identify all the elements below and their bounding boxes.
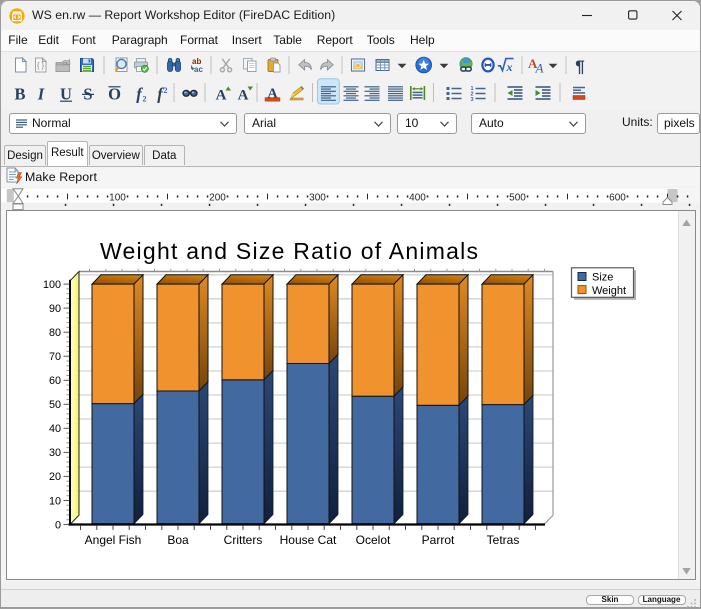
svg-text:}: } <box>41 61 44 70</box>
svg-text:¶: ¶ <box>575 57 584 76</box>
svg-text:B: B <box>14 85 25 104</box>
svg-text:2: 2 <box>143 95 147 104</box>
svg-text:Parrot: Parrot <box>422 533 455 547</box>
svg-text:I: I <box>37 85 45 104</box>
svg-text:House Cat: House Cat <box>280 533 337 547</box>
svg-text:600: 600 <box>609 193 626 204</box>
svg-text:Tetras: Tetras <box>487 533 520 547</box>
svg-text:Weight and Size Ratio of Anima: Weight and Size Ratio of Animals <box>100 238 478 264</box>
svg-text:Weight: Weight <box>592 285 626 297</box>
svg-text:2: 2 <box>164 86 168 95</box>
svg-text:10: 10 <box>49 495 61 507</box>
svg-text:50: 50 <box>49 399 61 411</box>
svg-text:20: 20 <box>49 471 61 483</box>
svg-text:300: 300 <box>309 193 326 204</box>
svg-text:ac: ac <box>194 65 203 74</box>
svg-text:A: A <box>216 88 227 104</box>
svg-text:Critters: Critters <box>224 533 263 547</box>
svg-text:A: A <box>238 88 249 104</box>
svg-text:90: 90 <box>49 303 61 315</box>
svg-text:Boa: Boa <box>167 533 189 547</box>
svg-text:{: { <box>37 61 40 70</box>
svg-text:A: A <box>535 61 544 76</box>
svg-text:Ocelot: Ocelot <box>356 533 391 547</box>
svg-text:Size: Size <box>592 272 613 284</box>
svg-text:60: 60 <box>49 375 61 387</box>
svg-text:500: 500 <box>509 193 526 204</box>
svg-text:100: 100 <box>109 193 126 204</box>
svg-text:Angel Fish: Angel Fish <box>85 533 142 547</box>
svg-text:70: 70 <box>49 351 61 363</box>
svg-text:x: x <box>506 60 513 74</box>
svg-text:0: 0 <box>55 519 61 531</box>
svg-text:30: 30 <box>49 447 61 459</box>
svg-text:80: 80 <box>49 327 61 339</box>
svg-text:200: 200 <box>209 193 226 204</box>
svg-text:100: 100 <box>43 279 61 291</box>
svg-text:400: 400 <box>409 193 426 204</box>
svg-text:40: 40 <box>49 423 61 435</box>
svg-text:3: 3 <box>471 97 474 103</box>
